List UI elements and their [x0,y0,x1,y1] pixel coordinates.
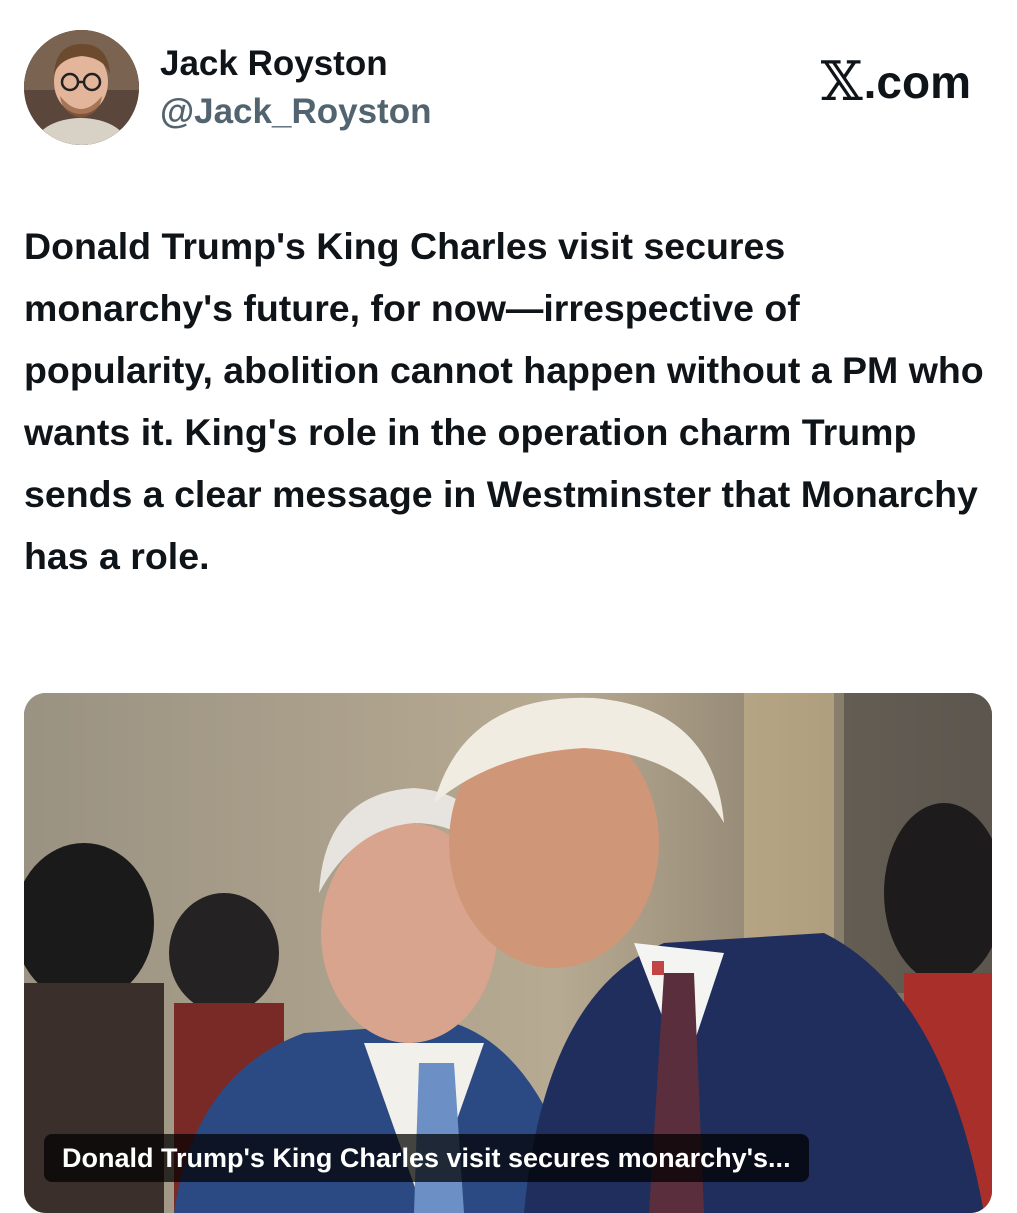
avatar-photo [24,30,139,145]
author-name[interactable]: Jack Royston [160,44,388,84]
tweet-text: Donald Trump's King Charles visit secure… [24,225,984,577]
brand-suffix: .com [863,56,971,108]
author-handle[interactable]: @Jack_Royston [160,92,431,132]
x-logo-icon: 𝕏 [820,50,863,113]
brand-logo: 𝕏.com [821,50,971,113]
avatar[interactable] [24,30,139,145]
link-preview-title[interactable]: Donald Trump's King Charles visit secure… [44,1134,809,1182]
link-preview-card[interactable]: Donald Trump's King Charles visit secure… [24,693,992,1213]
